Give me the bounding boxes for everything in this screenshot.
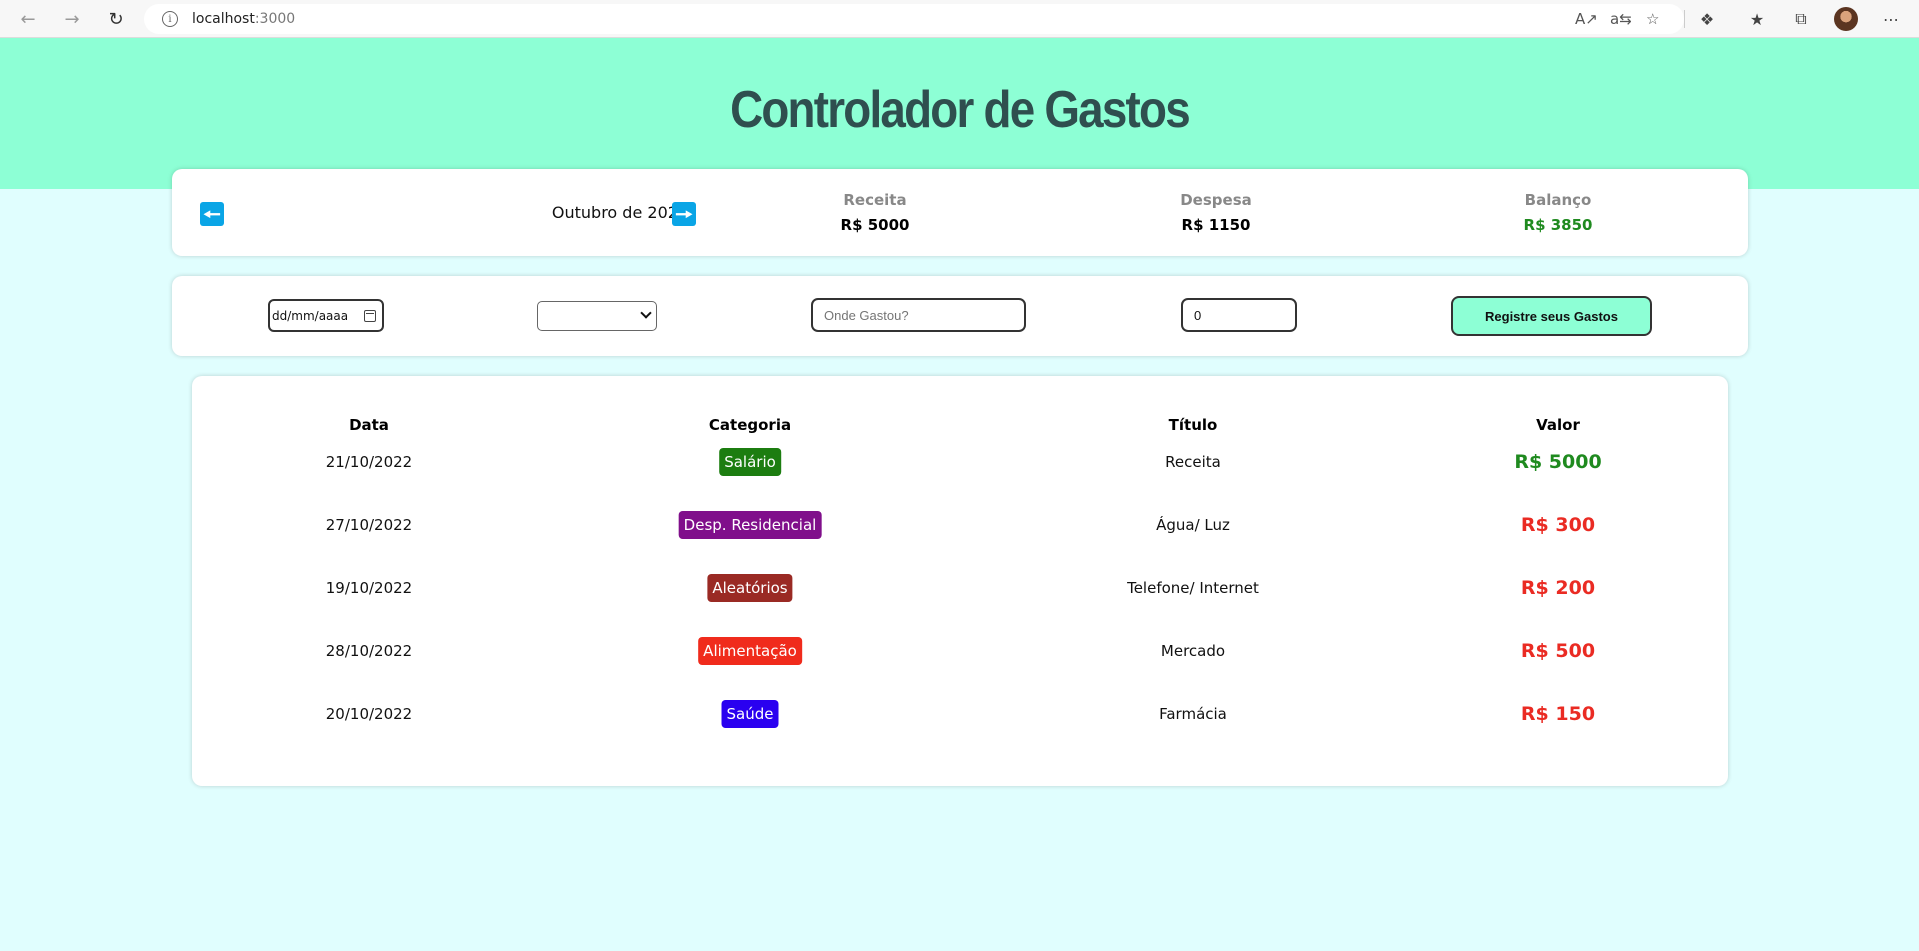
cell-value: R$ 300 [1520,514,1596,536]
cell-value: R$ 150 [1520,703,1596,725]
summary-receita: Receita R$ 5000 [775,191,975,234]
date-input[interactable]: dd/mm/aaaa [268,299,384,332]
cell-category: Saúde [721,694,779,734]
site-info-icon[interactable]: i [162,11,178,27]
cell-category: Alimentação [698,631,802,671]
cell-date: 20/10/2022 [325,705,413,723]
title-input[interactable] [811,298,1026,332]
cell-date: 21/10/2022 [325,453,413,471]
arrow-right-icon: 🠖 [675,202,693,226]
page-title: Controlador de Gastos [730,81,1191,139]
address-bar[interactable]: i localhost:3000 A↗ a⇆ ☆ [144,4,1684,34]
prev-month-button[interactable]: 🠔 [200,202,224,226]
column-header-data: Data [349,416,389,434]
category-badge: Aleatórios [707,574,793,602]
reload-icon[interactable]: ↻ [100,3,132,35]
cell-date: 28/10/2022 [325,642,413,660]
collections-icon[interactable]: ⧉ [1790,8,1812,30]
table-row: 27/10/2022 Desp. Residencial Água/ Luz R… [192,505,1728,545]
category-badge: Desp. Residencial [678,511,822,539]
register-expense-button[interactable]: Registre seus Gastos [1451,296,1652,336]
category-badge: Saúde [721,700,779,728]
table-row: 28/10/2022 Alimentação Mercado R$ 500 [192,631,1728,671]
forward-arrow-icon[interactable]: → [56,3,88,35]
arrow-left-icon: 🠔 [203,202,221,226]
value-input[interactable] [1181,298,1297,332]
form-card: dd/mm/aaaa Registre seus Gastos [172,276,1748,356]
date-placeholder: dd/mm/aaaa [272,308,349,323]
cell-title: Mercado [1160,642,1226,660]
category-badge: Salário [719,448,781,476]
profile-avatar[interactable] [1834,7,1858,31]
cell-date: 27/10/2022 [325,516,413,534]
summary-value: R$ 5000 [840,216,910,234]
translate-icon[interactable]: a⇆ [1610,10,1632,28]
cell-value: R$ 500 [1520,640,1596,662]
summary-balanco: Balanço R$ 3850 [1458,191,1658,234]
category-select[interactable] [537,301,657,331]
cell-title: Água/ Luz [1156,516,1230,534]
cell-value: R$ 200 [1520,577,1596,599]
read-aloud-icon[interactable]: A↗ [1575,10,1598,28]
more-options-icon[interactable]: ⋯ [1880,8,1902,30]
column-header-titulo: Título [1168,416,1218,434]
cell-category: Desp. Residencial [678,505,822,545]
cell-title: Farmácia [1159,705,1227,723]
expense-table: Data Categoria Título Valor 21/10/2022 S… [192,376,1728,786]
address-url: localhost:3000 [192,11,296,27]
info-card: 🠔 Outubro de 2022 🠖 Receita R$ 5000 Desp… [172,169,1748,256]
cell-category: Aleatórios [707,568,793,608]
summary-label: Balanço [1524,191,1592,209]
cell-value: R$ 5000 [1514,451,1602,473]
cell-title: Telefone/ Internet [1127,579,1259,597]
table-row: 19/10/2022 Aleatórios Telefone/ Internet… [192,568,1728,608]
back-arrow-icon[interactable]: ← [12,3,44,35]
extensions-icon[interactable]: ❖ [1696,8,1718,30]
favorite-star-icon[interactable]: ☆ [1646,10,1659,28]
summary-label: Despesa [1180,191,1252,209]
favorites-icon[interactable]: ★ [1746,8,1768,30]
summary-despesa: Despesa R$ 1150 [1116,191,1316,234]
summary-value: R$ 1150 [1181,216,1251,234]
category-badge: Alimentação [698,637,802,665]
column-header-valor: Valor [1536,416,1580,434]
calendar-icon[interactable] [364,310,376,322]
cell-date: 19/10/2022 [325,579,413,597]
table-row: 21/10/2022 Salário Receita R$ 5000 [192,442,1728,482]
summary-label: Receita [843,191,907,209]
toolbar-divider [1684,10,1685,28]
next-month-button[interactable]: 🠖 [672,202,696,226]
chevron-down-icon [640,307,652,319]
cell-title: Receita [1165,453,1221,471]
column-header-categoria: Categoria [708,416,792,434]
cell-category: Salário [719,442,781,482]
browser-toolbar: ← → ↻ i localhost:3000 A↗ a⇆ ☆ ❖ ★ ⧉ ⋯ [0,0,1919,38]
table-row: 20/10/2022 Saúde Farmácia R$ 150 [192,694,1728,734]
summary-value: R$ 3850 [1523,216,1593,234]
